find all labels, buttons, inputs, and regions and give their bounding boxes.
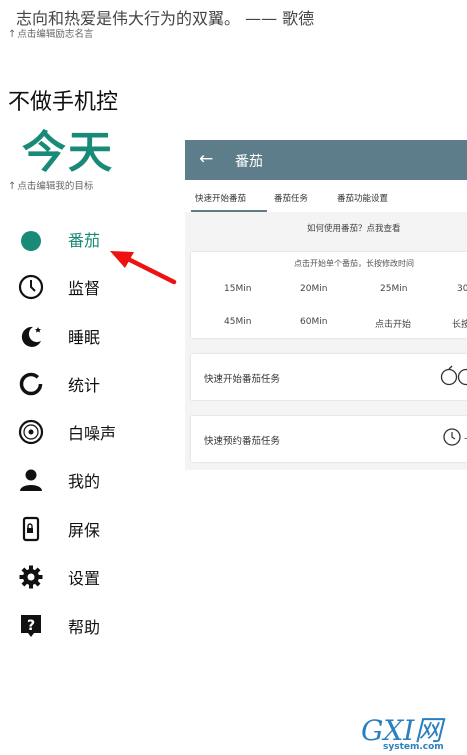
arrow-left-icon[interactable]: ← [199,149,213,169]
slogan-title: 不做手机控 [8,90,119,115]
timer-15min[interactable]: 15Min [224,284,251,294]
nav-label-help: 帮助 [68,618,101,637]
moon-icon [16,321,46,351]
tab-tomato-settings[interactable]: 番茄功能设置 [337,192,388,204]
timer-30min[interactable]: 30 [457,284,467,294]
quick-start-task-label: 快速开始番茄任务 [204,374,281,385]
nav-label-sleep: 睡眠 [68,328,101,347]
timer-custom-start[interactable]: 点击开始 [375,317,411,330]
tomato-icon [16,224,46,254]
help-icon: ? [16,611,46,641]
nav-label-settings: 设置 [68,569,101,588]
quick-reserve-task-label: 快速预约番茄任务 [204,436,281,447]
tab-bar: 快速开始番茄 番茄任务 番茄功能设置 [185,180,467,212]
nav-label-white-noise: 白噪声 [68,424,117,443]
up-arrow-icon: ↑ [8,181,17,192]
nav-item-stats[interactable]: 统计 [16,366,181,402]
nav-item-settings[interactable]: 设置 [16,559,181,595]
nav-item-screensaver[interactable]: 屏保 [16,511,181,547]
nav-item-help[interactable]: ? 帮助 [16,608,181,644]
motto-edit-hint-label: 点击编辑励志名言 [17,29,94,40]
nav-item-white-noise[interactable]: 白噪声 [16,414,181,450]
up-arrow-icon: ↑ [8,29,17,40]
clock-icon [16,272,46,302]
quick-reserve-task-row[interactable]: 快速预约番茄任务 — [191,416,467,462]
clock-icon [442,427,462,451]
howto-link[interactable]: 如何使用番茄？点我查看 [307,222,401,234]
goal-title[interactable]: 今天 [22,116,114,180]
nav-label-screensaver: 屏保 [68,521,101,540]
grid-hint: 点击开始单个番茄，长按修改时间 [294,259,414,268]
timer-long-press[interactable]: 长按 [452,317,467,330]
timer-45min[interactable]: 45Min [224,317,251,327]
app-bar: ← 番茄 [185,140,467,180]
nav-label-mine: 我的 [68,472,101,491]
tab-indicator [191,210,267,212]
ring-chart-icon [16,369,46,399]
watermark-sub: system.com [383,742,444,752]
site-watermark: GXI网 system.com [359,714,459,755]
nav-item-sleep[interactable]: 睡眠 [16,318,181,354]
motto-edit-hint: ↑点击编辑励志名言 [8,26,93,40]
nav-item-mine[interactable]: 我的 [16,462,181,498]
disc-icon [16,417,46,447]
quick-start-task-row[interactable]: 快速开始番茄任务 [191,354,467,400]
timer-25min[interactable]: 25Min [380,284,407,294]
tomato-screen-panel: ← 番茄 快速开始番茄 番茄任务 番茄功能设置 如何使用番茄？点我查看 点击开始… [185,140,467,470]
nav-label-supervise: 监督 [68,279,101,298]
nav-label-tomato: 番茄 [68,231,101,250]
app-bar-title: 番茄 [235,154,263,170]
apple-timer-icon [440,365,467,391]
timer-60min[interactable]: 60Min [300,317,327,327]
nav-label-stats: 统计 [68,376,101,395]
phone-lock-icon [16,514,46,544]
goal-edit-hint: ↑点击编辑我的目标 [8,178,93,192]
person-icon [16,465,46,495]
timer-20min[interactable]: 20Min [300,284,327,294]
red-pointer-arrow-icon [108,248,178,292]
svg-text:?: ? [27,618,35,634]
gear-icon [16,562,46,592]
quick-timer-card: 点击开始单个番茄，长按修改时间 15Min 20Min 25Min 30 45M… [191,252,467,338]
tab-tomato-tasks[interactable]: 番茄任务 [274,192,308,204]
tab-quick-start[interactable]: 快速开始番茄 [195,192,246,204]
goal-edit-hint-label: 点击编辑我的目标 [17,181,94,192]
